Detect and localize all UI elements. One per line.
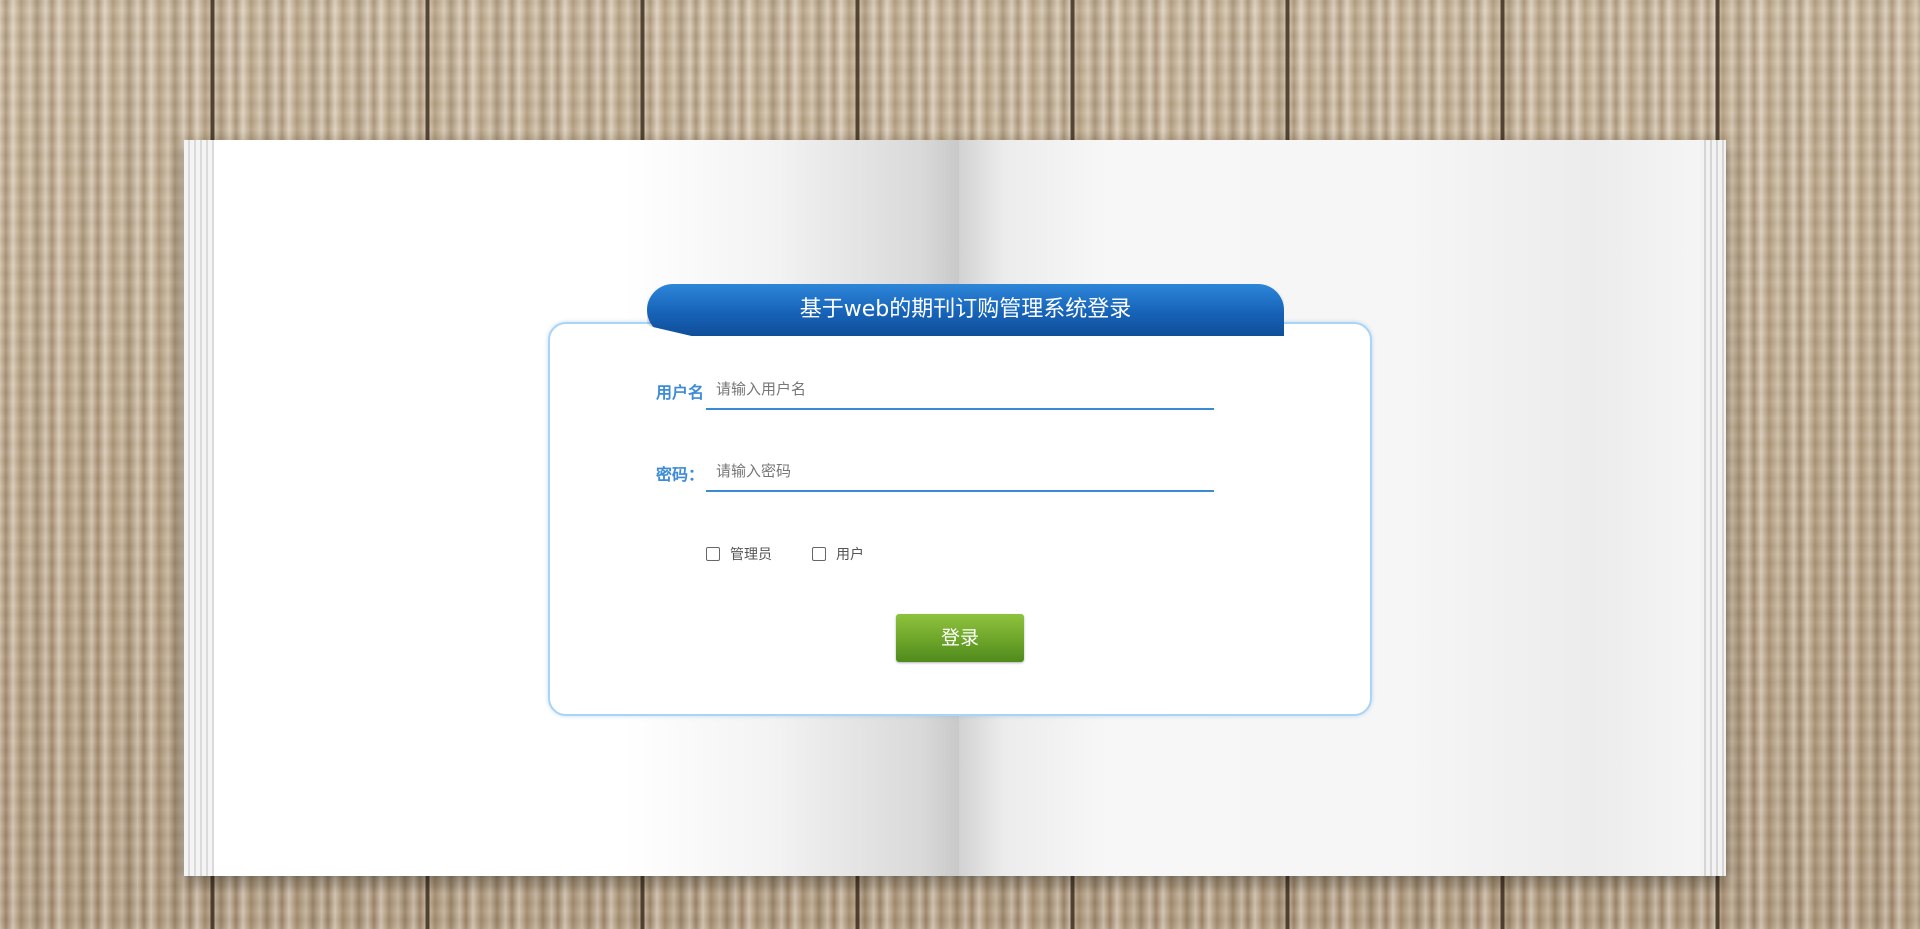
role-admin-option[interactable]: 管理员 bbox=[706, 544, 772, 564]
role-user-option[interactable]: 用户 bbox=[812, 544, 864, 564]
book-page-edges-left bbox=[184, 140, 216, 876]
login-button[interactable]: 登录 bbox=[896, 614, 1024, 662]
book-page-edges-right bbox=[1700, 140, 1726, 876]
login-title: 基于web的期刊订购管理系统登录 bbox=[799, 297, 1132, 322]
admin-checkbox-label: 管理员 bbox=[730, 547, 772, 563]
user-checkbox-label: 用户 bbox=[836, 547, 864, 563]
password-label: 密码： bbox=[656, 465, 705, 484]
username-input[interactable] bbox=[706, 370, 1214, 410]
user-checkbox[interactable] bbox=[812, 547, 826, 561]
password-input[interactable] bbox=[706, 452, 1214, 492]
username-label: 用户名 bbox=[656, 383, 705, 402]
admin-checkbox[interactable] bbox=[706, 547, 720, 561]
